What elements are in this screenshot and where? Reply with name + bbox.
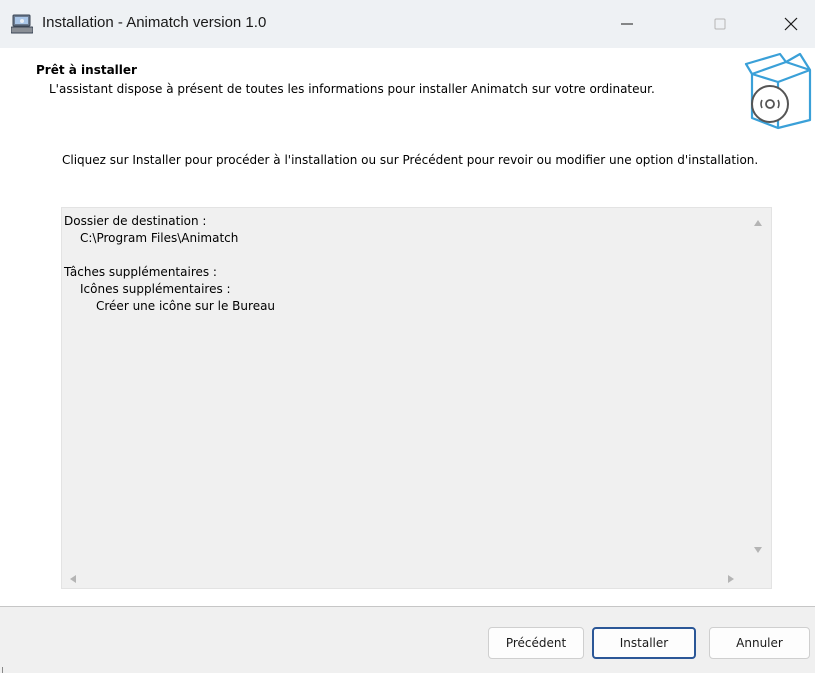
summary-content: Dossier de destination : C:\Program File… [64, 213, 275, 315]
scroll-down-icon[interactable] [754, 547, 762, 553]
scroll-up-icon[interactable] [754, 220, 762, 226]
maximize-icon [714, 18, 726, 30]
page-title: Prêt à installer [36, 63, 137, 77]
scroll-right-icon[interactable] [728, 575, 734, 583]
summary-memo[interactable]: Dossier de destination : C:\Program File… [61, 207, 772, 589]
window-title: Installation - Animatch version 1.0 [42, 14, 267, 31]
vertical-scrollbar[interactable] [745, 208, 771, 573]
minimize-icon [621, 23, 633, 25]
close-button[interactable] [768, 0, 814, 48]
horizontal-scrollbar[interactable] [62, 571, 747, 588]
close-icon [784, 17, 798, 31]
icons-label: Icônes supplémentaires : [80, 282, 231, 296]
software-box-cd-icon [744, 52, 814, 130]
desktop-icon-task: Créer une icône sur le Bureau [96, 299, 276, 313]
back-button[interactable]: Précédent [488, 627, 584, 659]
destination-path: C:\Program Files\Animatch [80, 231, 239, 245]
install-instruction: Cliquez sur Installer pour procéder à l'… [62, 153, 759, 167]
install-button[interactable]: Installer [592, 627, 696, 659]
destination-label: Dossier de destination : [64, 214, 207, 228]
tasks-label: Tâches supplémentaires : [64, 265, 217, 279]
resize-grip [2, 667, 3, 673]
maximize-button[interactable] [697, 0, 743, 48]
scroll-left-icon[interactable] [70, 575, 76, 583]
minimize-button[interactable] [604, 0, 650, 48]
installer-app-icon [10, 14, 34, 34]
title-bar: Installation - Animatch version 1.0 [0, 0, 815, 48]
page-subtitle: L'assistant dispose à présent de toutes … [49, 82, 655, 96]
cancel-button[interactable]: Annuler [709, 627, 810, 659]
